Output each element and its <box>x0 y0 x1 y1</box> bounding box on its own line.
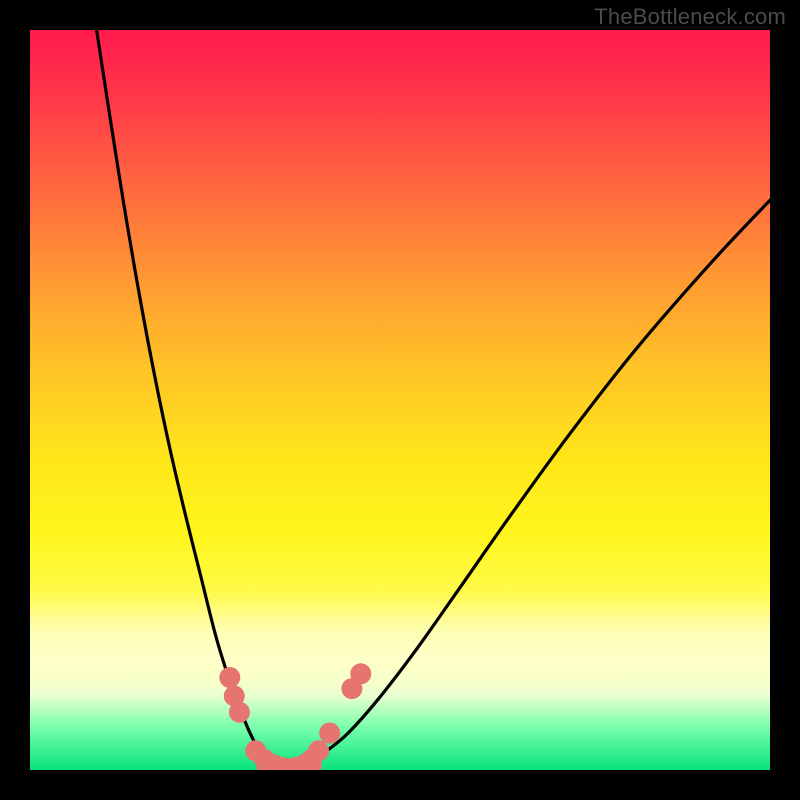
bottleneck-curve <box>30 30 770 770</box>
marker-dot <box>229 702 250 723</box>
watermark-text: TheBottleneck.com <box>594 4 786 30</box>
marker-dot <box>350 663 371 684</box>
marker-dot <box>219 667 240 688</box>
plot-area <box>30 30 770 770</box>
marker-dot <box>319 723 340 744</box>
frame: TheBottleneck.com <box>0 0 800 800</box>
